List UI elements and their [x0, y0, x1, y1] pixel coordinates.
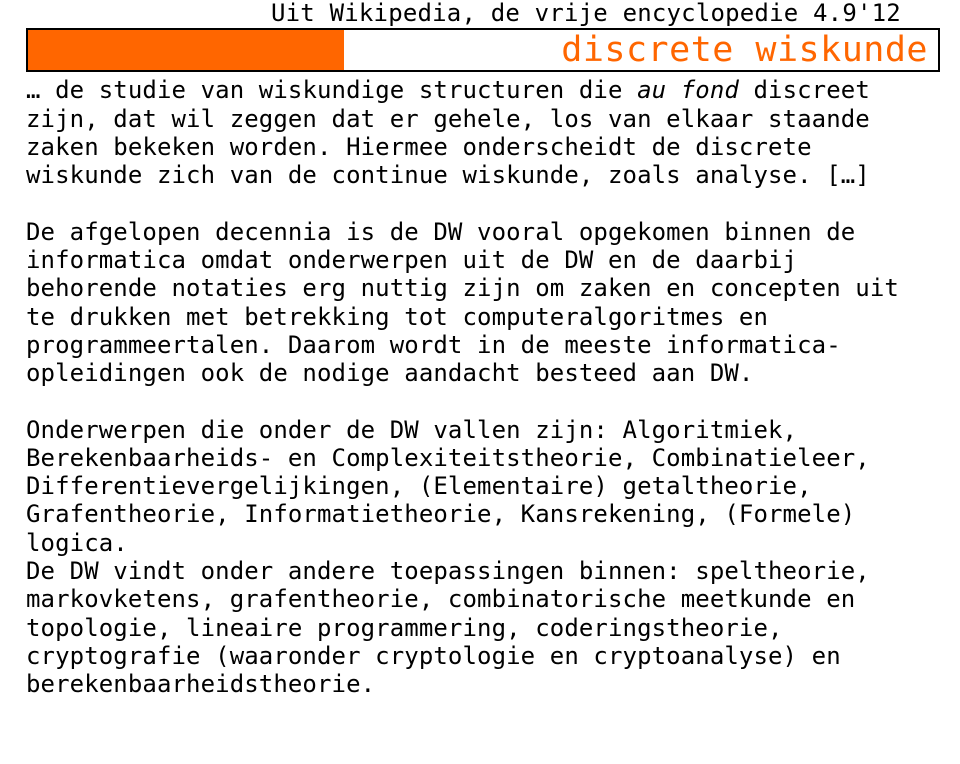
p1-italic: au fond: [637, 76, 739, 104]
title-bar: discrete wiskunde: [26, 28, 940, 72]
paragraph-3: Onderwerpen die onder de DW vallen zijn:…: [26, 416, 940, 558]
page-title: discrete wiskunde: [344, 30, 938, 70]
title-accent-block: [28, 30, 344, 70]
paragraph-4: De DW vindt onder andere toepassingen bi…: [26, 557, 940, 699]
source-attribution: Uit Wikipedia, de vrije encyclopedie 4.9…: [26, 0, 940, 26]
p1-prefix: de studie van wiskundige structuren die: [55, 76, 637, 104]
paragraph-intro: de studie van wiskundige structuren die …: [26, 76, 940, 189]
paragraph-2: De afgelopen decennia is de DW vooral op…: [26, 218, 940, 388]
body-text: de studie van wiskundige structuren die …: [26, 76, 940, 698]
